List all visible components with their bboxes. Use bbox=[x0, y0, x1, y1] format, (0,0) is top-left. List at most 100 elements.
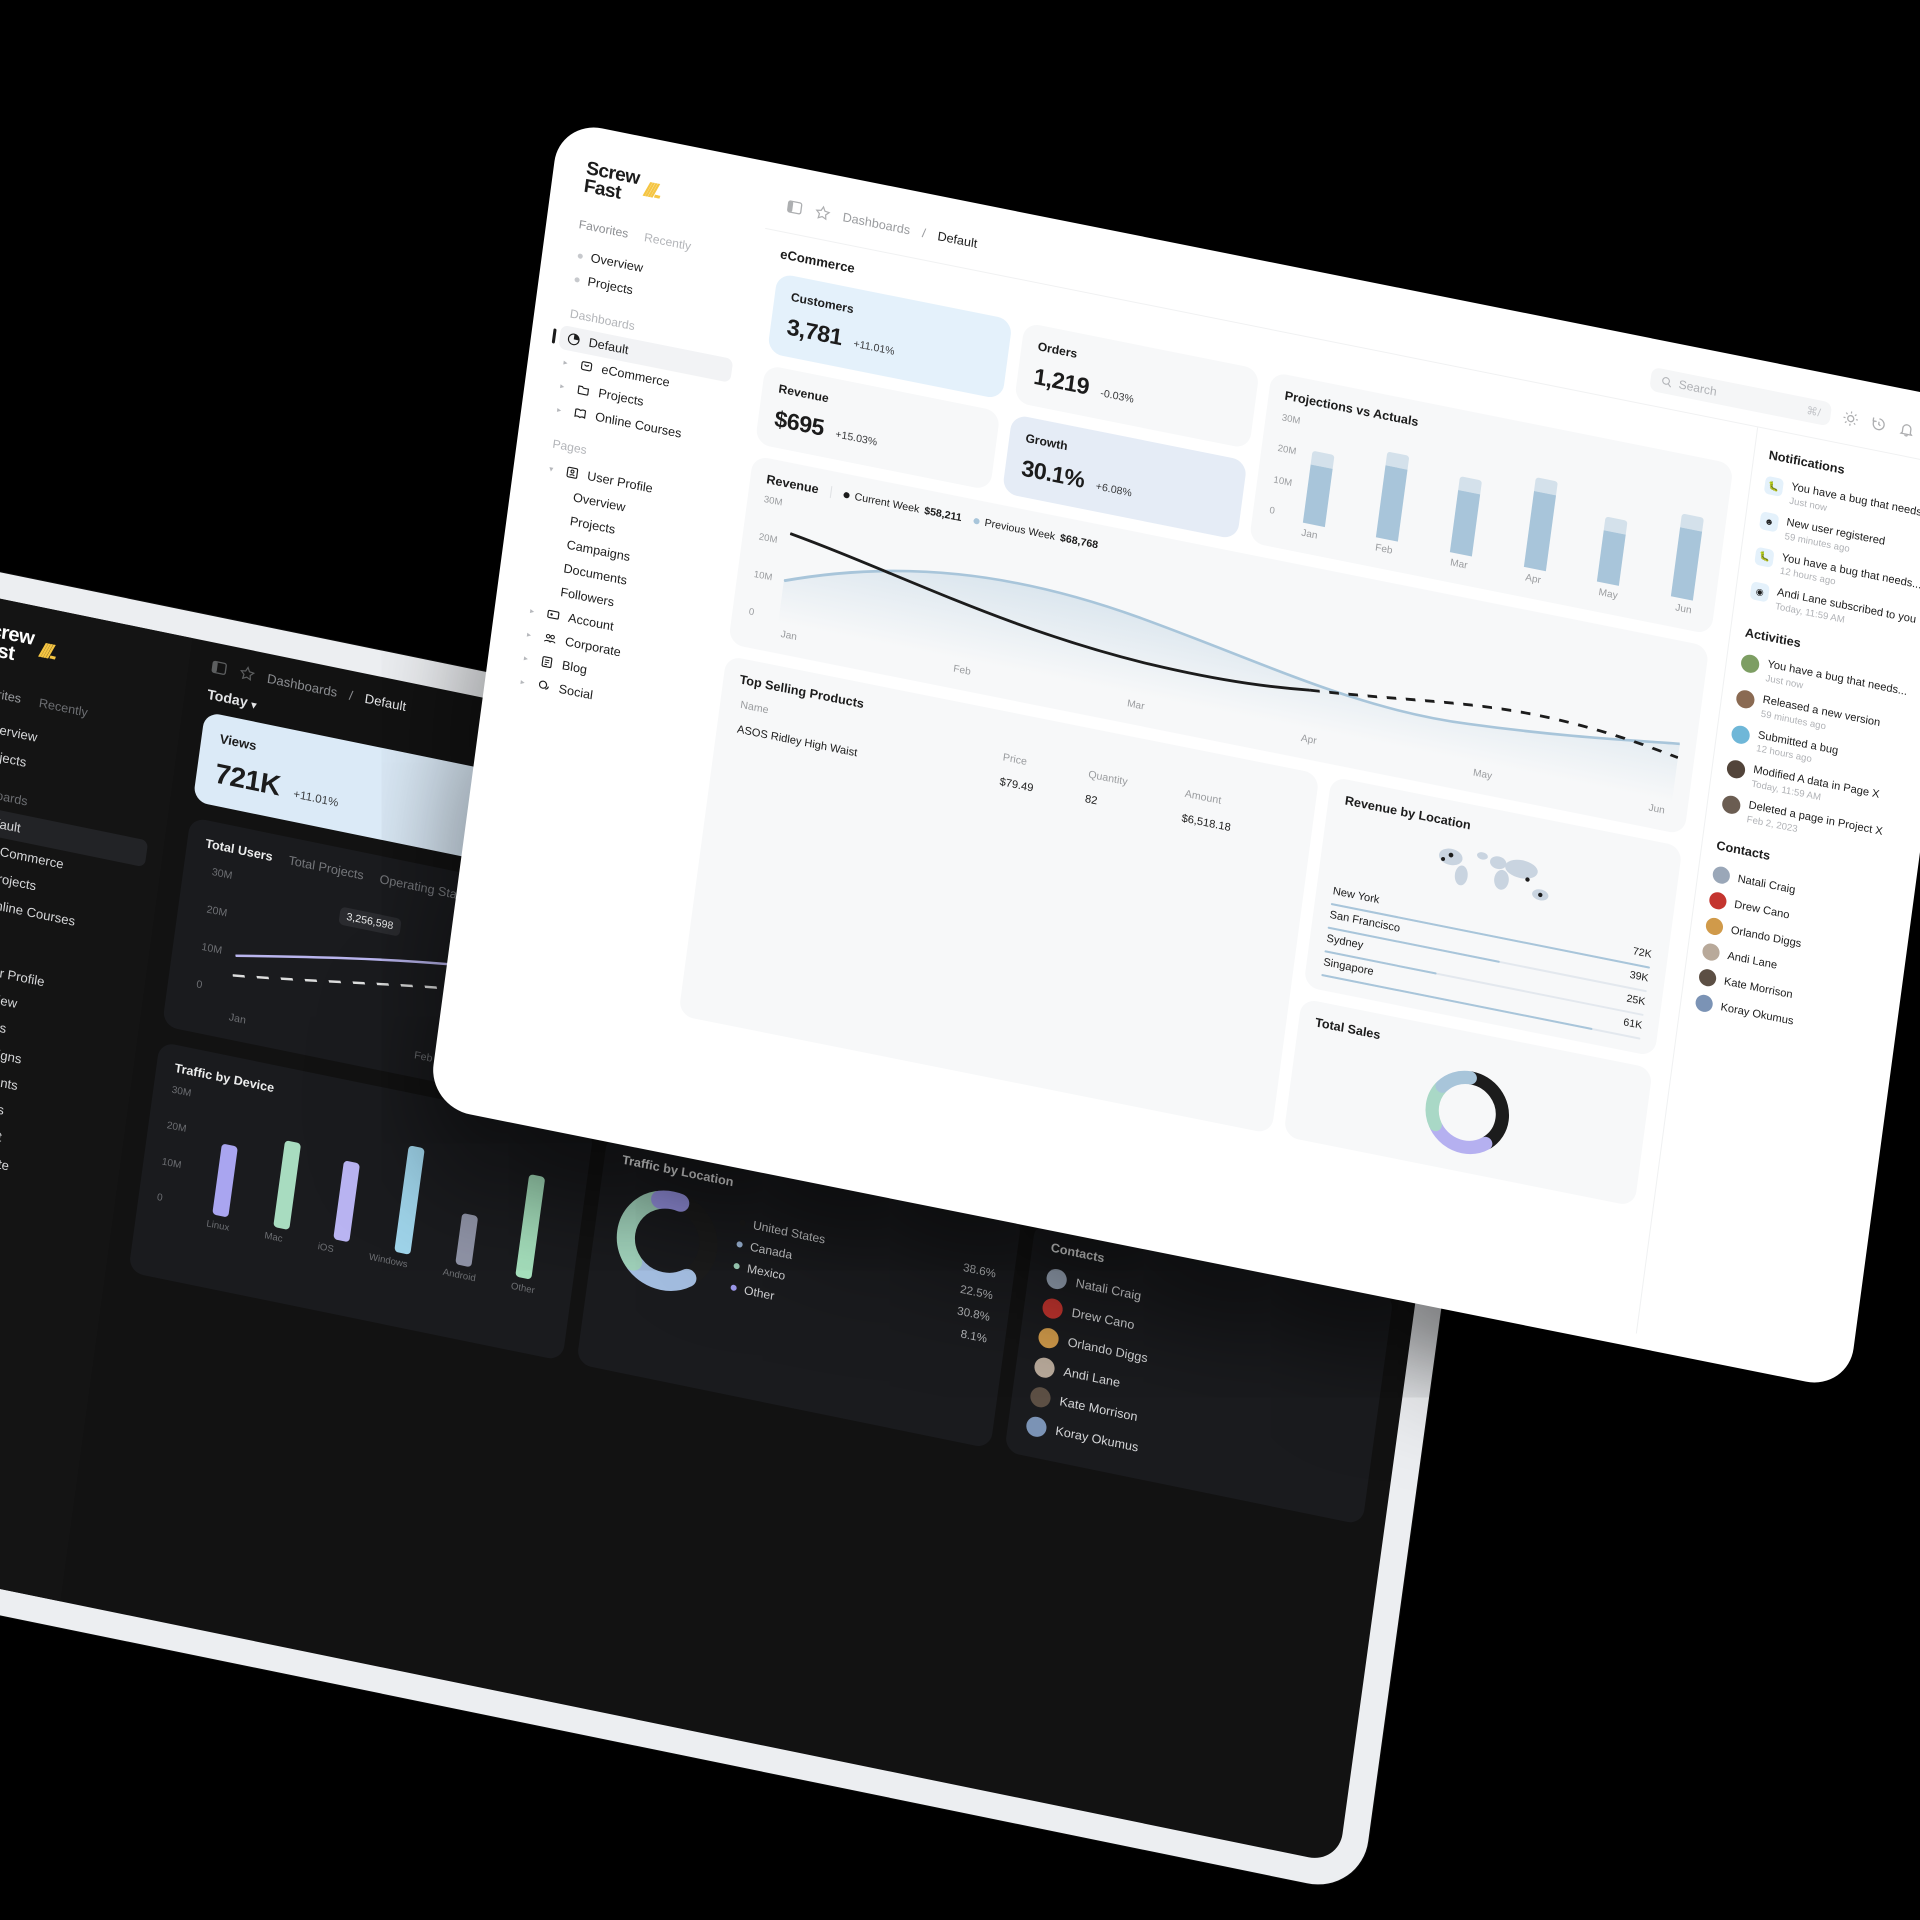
avatar bbox=[1725, 758, 1747, 781]
bar-actual bbox=[1597, 529, 1627, 586]
location-label: Sydney bbox=[1325, 932, 1365, 952]
bar bbox=[515, 1174, 546, 1280]
bar-actual bbox=[1376, 464, 1409, 542]
logo-swoosh-icon: ////.. bbox=[38, 638, 57, 664]
tab-favorites[interactable]: Favorites bbox=[578, 217, 629, 241]
legend-value: 30.8% bbox=[956, 1305, 991, 1324]
star-icon[interactable] bbox=[238, 664, 256, 683]
id-card-icon bbox=[566, 466, 579, 479]
kpi-delta: +6.08% bbox=[1095, 479, 1133, 499]
contact-name: Drew Cano bbox=[1733, 898, 1791, 922]
location-value: 39K bbox=[1628, 968, 1650, 985]
tab-favorites[interactable]: Favorites bbox=[0, 682, 22, 706]
pie-chart-icon bbox=[567, 333, 580, 346]
chevron-right-icon: ▸ bbox=[523, 653, 529, 663]
bug-icon: 🐛 bbox=[1763, 475, 1785, 497]
x-tick: Other bbox=[510, 1280, 536, 1297]
chevron-right-icon: ▸ bbox=[526, 629, 532, 640]
sun-theme-icon[interactable] bbox=[1842, 409, 1860, 428]
chevron-right-icon: ▸ bbox=[556, 404, 562, 415]
shopping-bag-icon bbox=[580, 361, 593, 372]
breadcrumb-current: Default bbox=[363, 690, 408, 714]
bar-group bbox=[1449, 449, 1486, 557]
bar-group bbox=[1302, 419, 1339, 528]
revenue-title: Revenue bbox=[765, 472, 820, 497]
logo-swoosh-icon: ////.. bbox=[642, 178, 661, 203]
kpi-value: $695 bbox=[773, 404, 826, 441]
avatar bbox=[1739, 653, 1761, 675]
breadcrumb-root[interactable]: Dashboards bbox=[266, 670, 338, 699]
breadcrumb-separator: / bbox=[348, 687, 354, 703]
breadcrumb-current: Default bbox=[936, 229, 979, 251]
bug-icon: 🐛 bbox=[1754, 546, 1775, 568]
bar bbox=[273, 1140, 301, 1231]
tab-recently[interactable]: Recently bbox=[643, 230, 692, 253]
sidebar-item-label: Default bbox=[0, 812, 22, 836]
tab-total-users[interactable]: Total Users bbox=[205, 836, 274, 864]
star-icon[interactable] bbox=[814, 204, 832, 223]
light-content: eCommerce Customers 3,781+11.01% Orders bbox=[644, 229, 1757, 1334]
y-tick: 30M bbox=[1281, 412, 1302, 427]
kpi-delta: +15.03% bbox=[834, 427, 878, 449]
avatar bbox=[1037, 1326, 1061, 1351]
avatar bbox=[1045, 1267, 1069, 1291]
search-shortcut: ⌘/ bbox=[1805, 404, 1822, 420]
mockup-stage: Screw Fast ////.. Favorites Recently Ove… bbox=[0, 0, 1920, 1920]
y-tick: 30M bbox=[170, 1084, 192, 1100]
tab-total-projects[interactable]: Total Projects bbox=[288, 853, 365, 882]
x-tick: May bbox=[1597, 587, 1619, 602]
bar-group bbox=[1597, 478, 1633, 586]
avatar bbox=[1735, 688, 1756, 710]
divider bbox=[829, 486, 833, 499]
y-tick: 30M bbox=[763, 493, 784, 509]
sidebar-item-label: Projects bbox=[0, 745, 28, 770]
avatar bbox=[1697, 967, 1718, 989]
y-tick: 20M bbox=[205, 903, 228, 920]
y-tick: 20M bbox=[166, 1120, 187, 1136]
kpi-value: 30.1% bbox=[1019, 454, 1087, 493]
bar-group bbox=[1670, 493, 1707, 601]
legend-value: $68,768 bbox=[1059, 531, 1099, 552]
traffic-location-donut bbox=[616, 1190, 718, 1291]
avatar bbox=[1704, 916, 1725, 937]
bar-actual bbox=[1302, 463, 1333, 528]
y-tick: 20M bbox=[758, 531, 779, 547]
legend-value: 38.6% bbox=[962, 1262, 997, 1281]
kpi-value: 1,219 bbox=[1032, 362, 1091, 400]
app-logo[interactable]: Screw Fast ////.. bbox=[579, 158, 756, 229]
y-tick: 10M bbox=[753, 568, 774, 584]
bell-icon[interactable] bbox=[1898, 420, 1916, 439]
bullet-icon bbox=[577, 252, 584, 259]
breadcrumb-separator: / bbox=[921, 226, 927, 241]
user-icon: ☻ bbox=[1758, 510, 1780, 533]
location-label: New York bbox=[1332, 885, 1381, 907]
sidebar-toggle-icon[interactable] bbox=[786, 198, 804, 217]
bar-actual bbox=[1523, 490, 1556, 572]
sidebar-item-label: Blog bbox=[561, 658, 588, 678]
kpi-delta: +11.01% bbox=[852, 337, 896, 358]
legend-label: Other bbox=[743, 1283, 776, 1303]
avatar bbox=[1701, 942, 1721, 963]
search-placeholder: Search bbox=[1677, 377, 1718, 399]
tab-recently[interactable]: Recently bbox=[38, 696, 89, 720]
chevron-right-icon: ▸ bbox=[559, 380, 566, 391]
total-sales-donut bbox=[1425, 1070, 1509, 1154]
history-icon[interactable] bbox=[1870, 415, 1888, 434]
x-tick: Jan bbox=[1300, 527, 1319, 542]
users-icon bbox=[543, 634, 556, 644]
bar-group bbox=[1523, 463, 1560, 572]
bar bbox=[212, 1143, 239, 1218]
x-tick: Mac bbox=[263, 1230, 284, 1245]
location-value: 72K bbox=[1632, 945, 1653, 961]
y-tick: 0 bbox=[195, 978, 204, 992]
x-tick: Android bbox=[442, 1266, 477, 1285]
sidebar-toggle-icon[interactable] bbox=[210, 658, 228, 677]
activities-list: You have a bug that needs... Just now Rele… bbox=[1719, 648, 1914, 858]
x-tick: Jan bbox=[228, 1011, 247, 1027]
app-logo[interactable]: Screw Fast ////.. bbox=[0, 617, 173, 696]
sidebar-item-label: Overview bbox=[0, 718, 39, 745]
avatar bbox=[1033, 1355, 1057, 1380]
x-tick: Feb bbox=[952, 663, 972, 678]
sidebar-item-label: User Profile bbox=[0, 960, 46, 990]
breadcrumb-root[interactable]: Dashboards bbox=[842, 210, 911, 237]
